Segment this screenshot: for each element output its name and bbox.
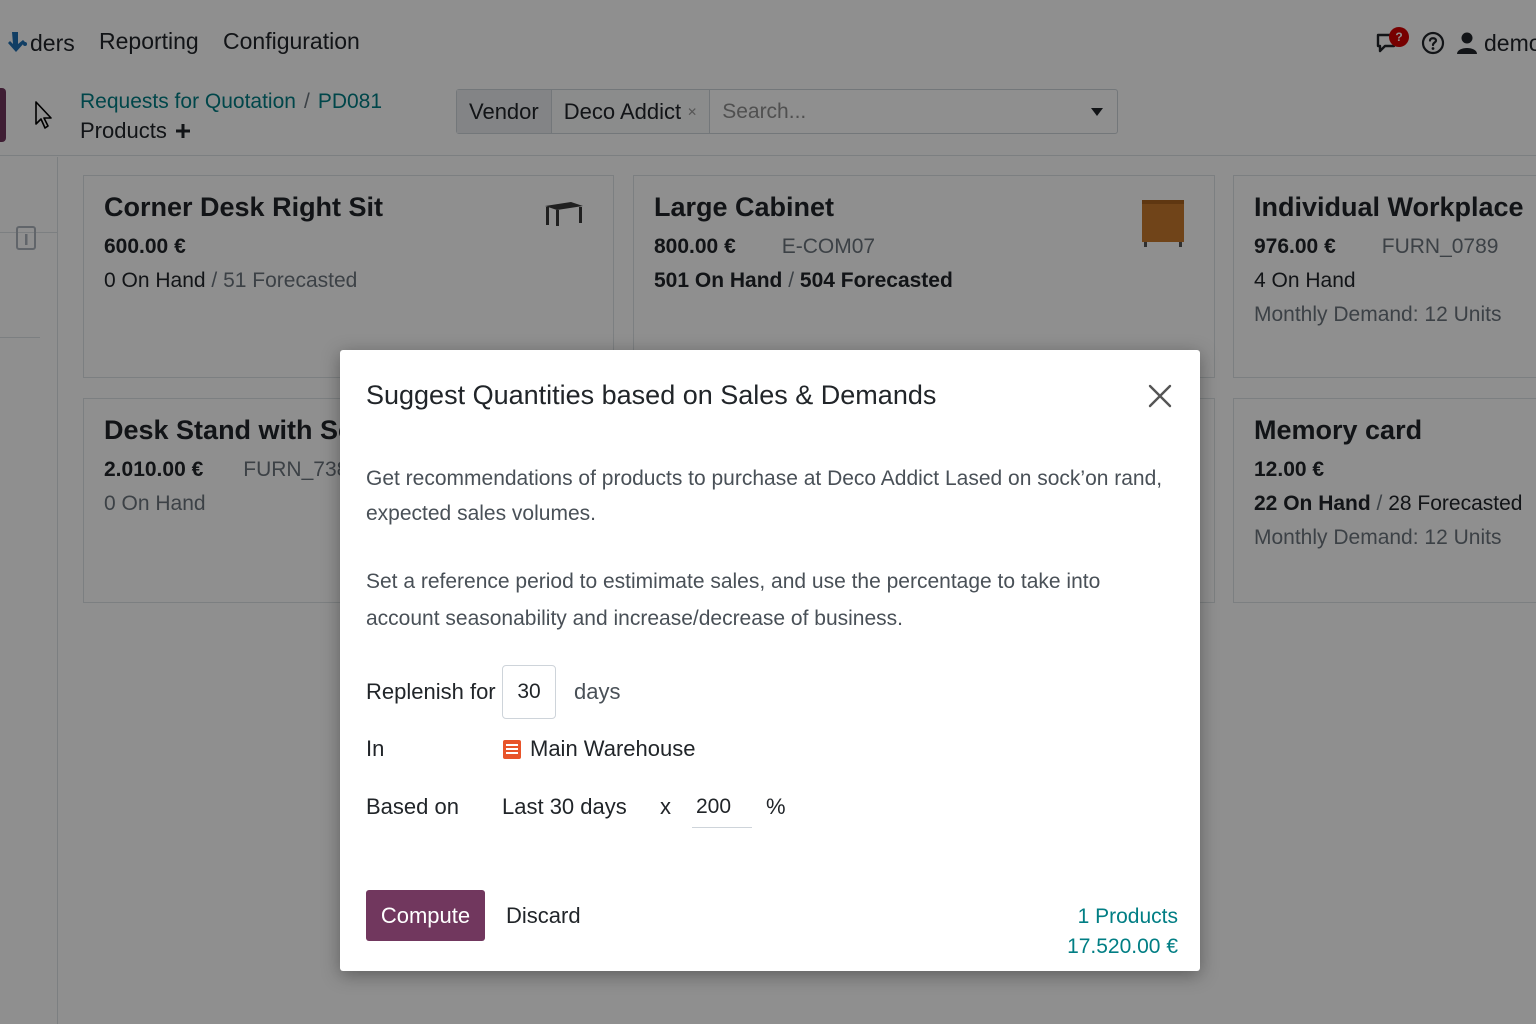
suggest-quantities-dialog: Suggest Quantities based on Sales & Dema…: [340, 350, 1200, 971]
dialog-summary: 1 Products 17.520.00 €: [1067, 902, 1178, 962]
dialog-title: Suggest Quantities based on Sales & Dema…: [366, 380, 937, 410]
dialog-description: Get recommendations of products to purch…: [366, 467, 1163, 525]
total-amount: 17.520.00 €: [1067, 935, 1178, 958]
based-on-label: Based on: [366, 794, 459, 819]
warehouse-row: In Main Warehouse: [366, 736, 695, 762]
replenish-days-input[interactable]: [502, 665, 556, 719]
based-on-row: Based on Last 30 days x %: [366, 786, 786, 828]
replenish-row: Replenish for days: [366, 665, 620, 719]
compute-button[interactable]: Compute: [366, 890, 485, 941]
multiplier-sign: x: [660, 794, 671, 819]
products-count[interactable]: 1 Products: [1067, 902, 1178, 932]
dialog-instructions: Set a reference period to estimimate sal…: [366, 570, 1101, 630]
in-label: In: [366, 736, 385, 761]
close-icon[interactable]: [1146, 382, 1174, 410]
warehouse-name: Main Warehouse: [530, 736, 696, 761]
warehouse-icon: [503, 740, 521, 759]
percentage-unit: %: [766, 794, 786, 819]
warehouse-field[interactable]: Main Warehouse: [502, 736, 695, 762]
replenish-unit: days: [574, 679, 621, 704]
replenish-label: Replenish for: [366, 679, 496, 704]
discard-button[interactable]: Discard: [494, 890, 593, 941]
percentage-input[interactable]: [692, 786, 752, 828]
based-on-period-select[interactable]: Last 30 days: [502, 794, 660, 820]
